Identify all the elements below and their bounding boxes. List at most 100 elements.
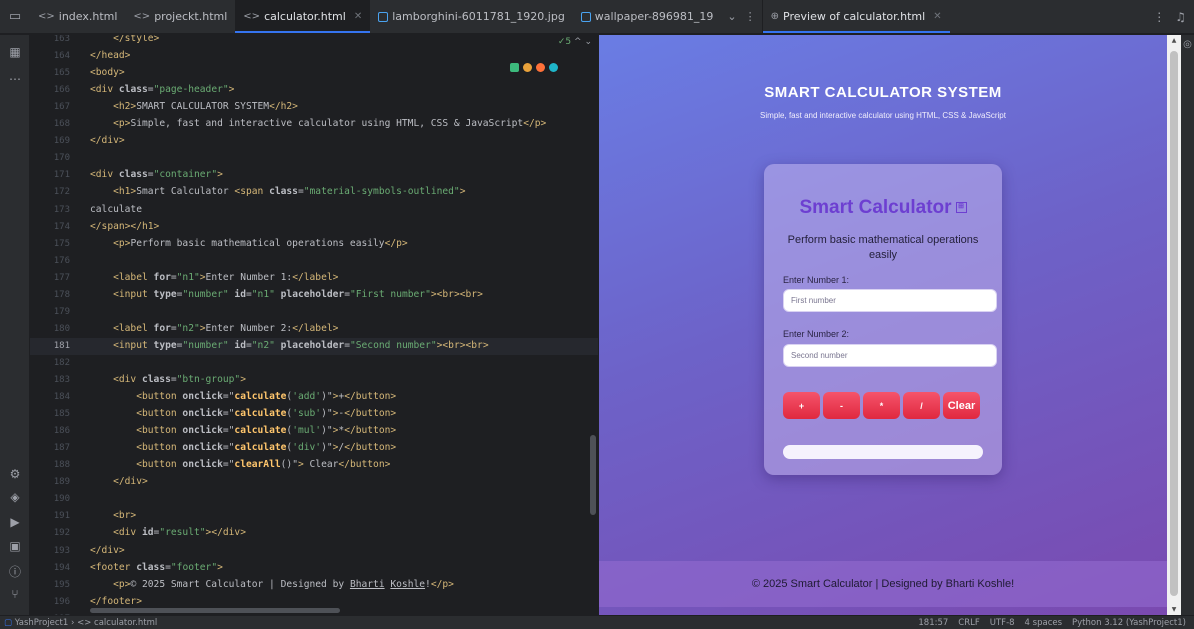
breadcrumb-project[interactable]: YashProject1 — [15, 618, 69, 628]
subtract-button[interactable]: - — [823, 392, 860, 419]
breadcrumb-separator: › <> — [70, 617, 95, 628]
code-line[interactable]: </footer> — [90, 596, 142, 607]
code-line[interactable]: <p>© 2025 Smart Calculator | Designed by… — [90, 579, 454, 590]
indent-setting[interactable]: 4 spaces — [1025, 618, 1062, 628]
code-line[interactable]: <div class="container"> — [90, 169, 223, 180]
code-line[interactable]: <br> — [90, 510, 136, 521]
tab-label: lamborghini-6011781_1920.jpg — [392, 10, 565, 23]
chevron-down-icon[interactable]: ⌄ — [584, 37, 592, 47]
chrome-icon[interactable] — [523, 63, 532, 72]
tab-projeckt[interactable]: <> projeckt.html — [125, 0, 235, 33]
chevron-down-icon[interactable]: ⌄ — [727, 10, 736, 23]
code-token: > — [217, 561, 223, 573]
more-tools-icon[interactable]: … — [0, 69, 30, 83]
code-line[interactable]: <p>Simple, fast and interactive calculat… — [90, 118, 546, 129]
code-line[interactable]: <p>Perform basic mathematical operations… — [90, 238, 408, 249]
code-line[interactable]: <div class="btn-group"> — [90, 374, 246, 385]
code-line[interactable]: calculate — [90, 204, 142, 215]
line-number: 177 — [53, 272, 70, 283]
code-line[interactable]: </div> — [90, 545, 125, 556]
inspection-widget[interactable]: ✓5 ^ ⌄ — [558, 37, 592, 47]
code-line[interactable]: <h1>Smart Calculator <span class="materi… — [90, 186, 465, 197]
tab-wallpaper[interactable]: wallpaper-896981_19 — [573, 0, 722, 33]
code-token: "number" — [182, 288, 235, 300]
code-line[interactable]: </span></h1> — [90, 221, 159, 232]
code-line[interactable]: <label for="n1">Enter Number 1:</label> — [90, 272, 338, 283]
code-line[interactable]: </div> — [90, 135, 125, 146]
line-separator[interactable]: CRLF — [958, 618, 979, 628]
tab-index[interactable]: <> index.html — [30, 0, 125, 33]
code-token: 'div' — [292, 442, 322, 454]
tab-lamborghini[interactable]: lamborghini-6011781_1920.jpg — [370, 0, 573, 33]
number1-input[interactable]: First number — [783, 289, 997, 312]
scroll-down-icon[interactable]: ▼ — [1167, 606, 1181, 613]
code-line[interactable]: <button onclick="calculate('add')">+</bu… — [90, 391, 396, 402]
folder-icon[interactable]: ▭ — [0, 0, 30, 33]
code-line[interactable]: </style> — [90, 35, 159, 44]
code-line[interactable]: <input type="number" id="n1" placeholder… — [90, 289, 483, 300]
scroll-up-icon[interactable]: ▲ — [1167, 37, 1181, 44]
page-header-title: SMART CALCULATOR SYSTEM — [764, 84, 1002, 101]
more-vertical-icon[interactable]: ⋮ — [745, 10, 756, 23]
number1-label: Enter Number 1: — [783, 275, 850, 285]
scrollbar-thumb[interactable] — [1170, 51, 1178, 596]
code-line[interactable]: <body> — [90, 67, 125, 78]
firefox-icon[interactable] — [536, 63, 545, 72]
close-icon[interactable]: ✕ — [933, 11, 941, 22]
code-token: "First number" — [349, 288, 431, 300]
layers-icon[interactable]: ◈ — [0, 490, 30, 504]
clear-button[interactable]: Clear — [943, 392, 980, 419]
tab-preview[interactable]: ⊕ Preview of calculator.html ✕ — [762, 0, 950, 33]
problems-icon[interactable]: ⓘ — [0, 563, 30, 580]
close-icon[interactable]: ✕ — [354, 11, 362, 22]
line-number: 164 — [53, 51, 70, 62]
terminal-icon[interactable]: ▣ — [0, 539, 30, 553]
tab-calculator[interactable]: <> calculator.html ✕ — [235, 0, 371, 33]
code-line[interactable]: <div id="result"></div> — [90, 527, 246, 538]
pycharm-browser-icon[interactable] — [510, 63, 519, 72]
code-line[interactable]: <label for="n2">Enter Number 2:</label> — [90, 323, 338, 334]
more-vertical-icon[interactable]: ⋮ — [1153, 10, 1165, 24]
services-icon[interactable]: ▶ — [0, 515, 30, 529]
editor-vertical-scrollbar[interactable] — [590, 435, 596, 515]
edge-icon[interactable] — [549, 63, 558, 72]
code-token: <div — [90, 374, 142, 385]
html-file-icon: <> — [133, 11, 151, 22]
ai-assistant-icon[interactable]: ◎ — [1181, 39, 1194, 50]
chevron-up-icon[interactable]: ^ — [574, 37, 582, 47]
editor-horizontal-scrollbar[interactable] — [90, 608, 340, 613]
notifications-icon[interactable]: ♫ — [1175, 10, 1186, 24]
html-preview-pane: SMART CALCULATOR SYSTEM Simple, fast and… — [599, 35, 1167, 615]
code-token: > — [217, 169, 223, 181]
code-token: > — [228, 84, 235, 96]
tab-bar-actions: ⋮ ♫ — [1153, 0, 1194, 33]
git-icon[interactable]: ⑂ — [0, 587, 30, 601]
code-line[interactable]: <button onclick="calculate('sub')">-</bu… — [90, 408, 396, 419]
caret-position[interactable]: 181:57 — [918, 618, 948, 628]
code-line[interactable]: <footer class="footer"> — [90, 562, 223, 573]
multiply-button[interactable]: * — [863, 392, 900, 419]
code-line[interactable]: <div class="page-header"> — [90, 84, 234, 95]
code-line[interactable]: </head> — [90, 50, 130, 61]
code-line[interactable]: <input type="number" id="n2" placeholder… — [90, 340, 489, 351]
code-line[interactable]: <button onclick="calculate('mul')">*</bu… — [90, 425, 396, 436]
code-line[interactable]: <button onclick="clearAll()"> Clear</but… — [90, 459, 390, 470]
code-token: </button> — [344, 442, 397, 454]
code-line[interactable]: <h2>SMART CALCULATOR SYSTEM</h2> — [90, 101, 298, 112]
number2-input[interactable]: Second number — [783, 344, 997, 367]
code-line[interactable]: <button onclick="calculate('div')">/</bu… — [90, 442, 396, 453]
divide-button[interactable]: / — [903, 392, 940, 419]
file-encoding[interactable]: UTF-8 — [990, 618, 1015, 628]
code-token: "result" — [159, 527, 206, 539]
python-packages-icon[interactable]: ⚙ — [0, 467, 30, 481]
code-token: <div — [90, 169, 119, 181]
python-interpreter[interactable]: Python 3.12 (YashProject1) — [1072, 618, 1186, 628]
code-line[interactable]: </div> — [90, 476, 148, 487]
code-token: </span></h1> — [90, 220, 160, 232]
breadcrumb-file[interactable]: calculator.html — [94, 618, 157, 628]
add-button[interactable]: + — [783, 392, 820, 419]
line-number: 176 — [53, 255, 70, 266]
project-structure-icon[interactable]: ▦ — [0, 45, 30, 59]
code-editor[interactable]: 163 </style> 164 </head> 165 <body> 166 <div c… — [30, 35, 598, 615]
preview-scrollbar[interactable]: ▲ ▼ — [1167, 35, 1181, 615]
